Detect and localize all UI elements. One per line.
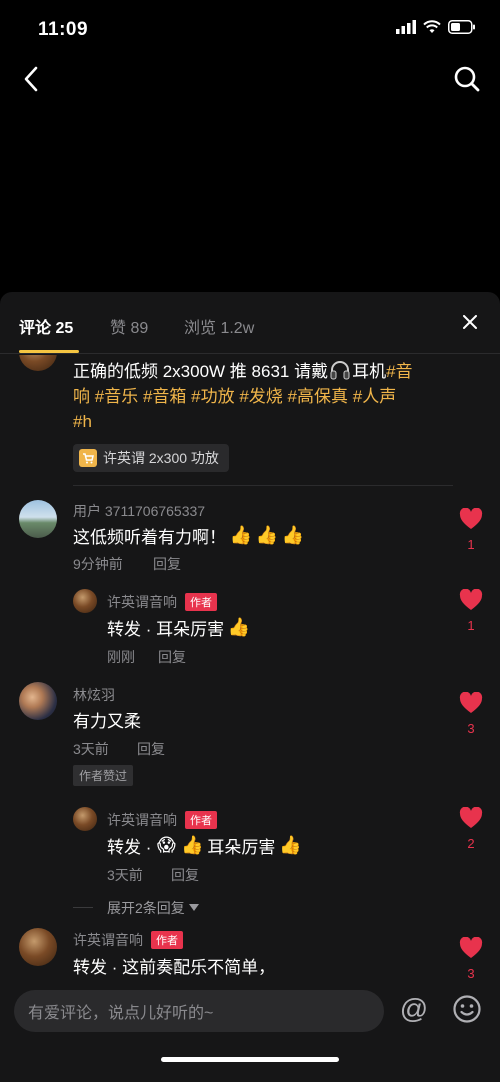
headphones-icon bbox=[330, 361, 350, 380]
comment-tabs: 评论 25 赞 89 浏览 1.2w bbox=[0, 292, 500, 354]
author-liked-badge: 作者赞过 bbox=[73, 765, 134, 786]
thumbs-up-icon: 👍 bbox=[279, 835, 302, 855]
like-button[interactable]: 1 bbox=[458, 507, 484, 552]
comment-list[interactable]: 正确的低频 2x300W 推 8631 请戴 耳机#音 响 #音乐 #音箱 #功… bbox=[0, 355, 500, 982]
back-button[interactable] bbox=[14, 62, 48, 96]
product-name: 许英谓 2x300 功放 bbox=[103, 450, 219, 466]
comment-input[interactable]: 有爱评论，说点儿好听的~ bbox=[14, 990, 384, 1032]
reply-button[interactable]: 回复 bbox=[171, 865, 199, 885]
heart-icon bbox=[459, 691, 483, 713]
hashtag-audio[interactable]: #音 bbox=[386, 362, 412, 381]
hashtag-amplifier[interactable]: #功放 bbox=[191, 387, 234, 406]
chevron-left-icon bbox=[24, 66, 38, 92]
thumbs-up-icon: 👍 bbox=[255, 525, 279, 545]
thumbs-up-icon: 👍 bbox=[227, 617, 251, 637]
reply-button[interactable]: 回复 bbox=[158, 647, 186, 667]
comment-text: 转发 · 这前奏配乐不简单， bbox=[73, 958, 276, 977]
thumbs-up-icon: 👍 bbox=[181, 835, 204, 855]
author-badge: 作者 bbox=[185, 811, 217, 830]
close-icon bbox=[463, 315, 477, 329]
status-time: 11:09 bbox=[38, 19, 89, 40]
heart-icon bbox=[459, 806, 483, 828]
avatar[interactable] bbox=[73, 807, 97, 831]
avatar[interactable] bbox=[73, 589, 97, 613]
comment-time: 3天前 bbox=[73, 741, 109, 757]
reply-username[interactable]: 许英谓音响 作者 bbox=[107, 810, 217, 830]
comment-input-placeholder: 有爱评论，说点儿好听的~ bbox=[28, 1005, 214, 1022]
reply-time: 刚刚 bbox=[107, 649, 135, 665]
divider bbox=[73, 907, 93, 908]
tab-comments[interactable]: 评论 25 bbox=[19, 314, 73, 338]
active-tab-indicator bbox=[19, 350, 79, 353]
like-count: 3 bbox=[467, 966, 475, 981]
like-button[interactable]: 3 bbox=[458, 691, 484, 736]
wifi-icon bbox=[423, 20, 441, 33]
shopping-cart-icon bbox=[79, 449, 97, 467]
caret-down-icon bbox=[188, 904, 199, 911]
comment-time: 9分钟前 bbox=[73, 556, 123, 572]
post-description: 正确的低频 2x300W 推 8631 请戴 耳机#音 响 #音乐 #音箱 #功… bbox=[73, 359, 443, 434]
search-button[interactable] bbox=[450, 62, 484, 96]
avatar[interactable] bbox=[19, 928, 57, 966]
home-indicator bbox=[161, 1057, 339, 1062]
avatar[interactable] bbox=[19, 682, 57, 720]
reply-time: 3天前 bbox=[107, 867, 143, 883]
like-button[interactable]: 1 bbox=[458, 588, 484, 633]
author-badge: 作者 bbox=[185, 593, 217, 612]
at-icon: @ bbox=[399, 993, 429, 1024]
reply-text: 转发 · 耳朵厉害 👍 bbox=[107, 617, 251, 639]
like-count: 1 bbox=[467, 618, 475, 633]
hashtag-hifi[interactable]: #高保真 bbox=[288, 387, 348, 406]
hashtag-audio-cont[interactable]: 响 bbox=[73, 387, 90, 406]
comment-username[interactable]: 林炫羽 bbox=[73, 685, 115, 705]
like-count: 1 bbox=[467, 537, 475, 552]
hashtag-audiophile[interactable]: #发烧 bbox=[239, 387, 282, 406]
reply-text: 转发 · 😱 👍 耳朵厉害 👍 bbox=[107, 835, 302, 857]
thumbs-up-icon: 👍 bbox=[281, 525, 305, 545]
hashtag-speaker[interactable]: #音箱 bbox=[143, 387, 186, 406]
like-button[interactable]: 2 bbox=[458, 806, 484, 851]
author-badge: 作者 bbox=[151, 931, 183, 950]
comment-username[interactable]: 用户 3711706765337 bbox=[73, 501, 205, 521]
reply-button[interactable]: 回复 bbox=[153, 554, 181, 574]
hashtag-music[interactable]: #音乐 bbox=[95, 387, 138, 406]
comment-input-bar: 有爱评论，说点儿好听的~ @ bbox=[0, 982, 500, 1082]
heart-icon bbox=[459, 936, 483, 958]
comment-text: 这低频听着有力啊！ 👍 👍 👍 bbox=[73, 525, 305, 547]
post-line1-after: 耳机 bbox=[352, 362, 387, 381]
status-icons bbox=[396, 20, 476, 34]
status-bar: 11:09 bbox=[0, 0, 500, 60]
reply-button[interactable]: 回复 bbox=[137, 739, 165, 759]
shocked-face-icon: 😱 bbox=[157, 835, 176, 855]
comment-username[interactable]: 许英谓音响 作者 bbox=[73, 930, 183, 950]
divider bbox=[73, 485, 453, 486]
emoji-button[interactable] bbox=[452, 994, 484, 1026]
hashtag-h[interactable]: #h bbox=[73, 412, 92, 431]
post-line1: 正确的低频 2x300W 推 8631 请戴 bbox=[73, 362, 329, 381]
comment-text: 有力又柔 bbox=[73, 712, 141, 731]
heart-icon bbox=[459, 588, 483, 610]
like-count: 3 bbox=[467, 721, 475, 736]
signal-icon bbox=[396, 20, 416, 34]
tab-likes[interactable]: 赞 89 bbox=[110, 314, 148, 338]
reply-username[interactable]: 许英谓音响 作者 bbox=[107, 592, 217, 612]
heart-icon bbox=[459, 507, 483, 529]
avatar[interactable] bbox=[19, 500, 57, 538]
battery-icon bbox=[448, 20, 475, 34]
author-avatar[interactable] bbox=[19, 355, 57, 371]
hashtag-vocal[interactable]: #人声 bbox=[353, 387, 396, 406]
like-count: 2 bbox=[467, 836, 475, 851]
smile-icon bbox=[453, 995, 481, 1023]
tab-views[interactable]: 浏览 1.2w bbox=[184, 314, 254, 338]
expand-replies-button[interactable]: 展开2条回复 bbox=[107, 898, 199, 918]
product-link[interactable]: 许英谓 2x300 功放 bbox=[73, 444, 229, 472]
search-icon bbox=[454, 66, 480, 92]
thumbs-up-icon: 👍 bbox=[229, 525, 253, 545]
close-button[interactable] bbox=[458, 310, 482, 334]
like-button[interactable]: 3 bbox=[458, 936, 484, 981]
comment-sheet: 评论 25 赞 89 浏览 1.2w 正确的低频 2x300W 推 8631 请… bbox=[0, 292, 500, 1082]
mention-button[interactable]: @ bbox=[398, 994, 430, 1026]
